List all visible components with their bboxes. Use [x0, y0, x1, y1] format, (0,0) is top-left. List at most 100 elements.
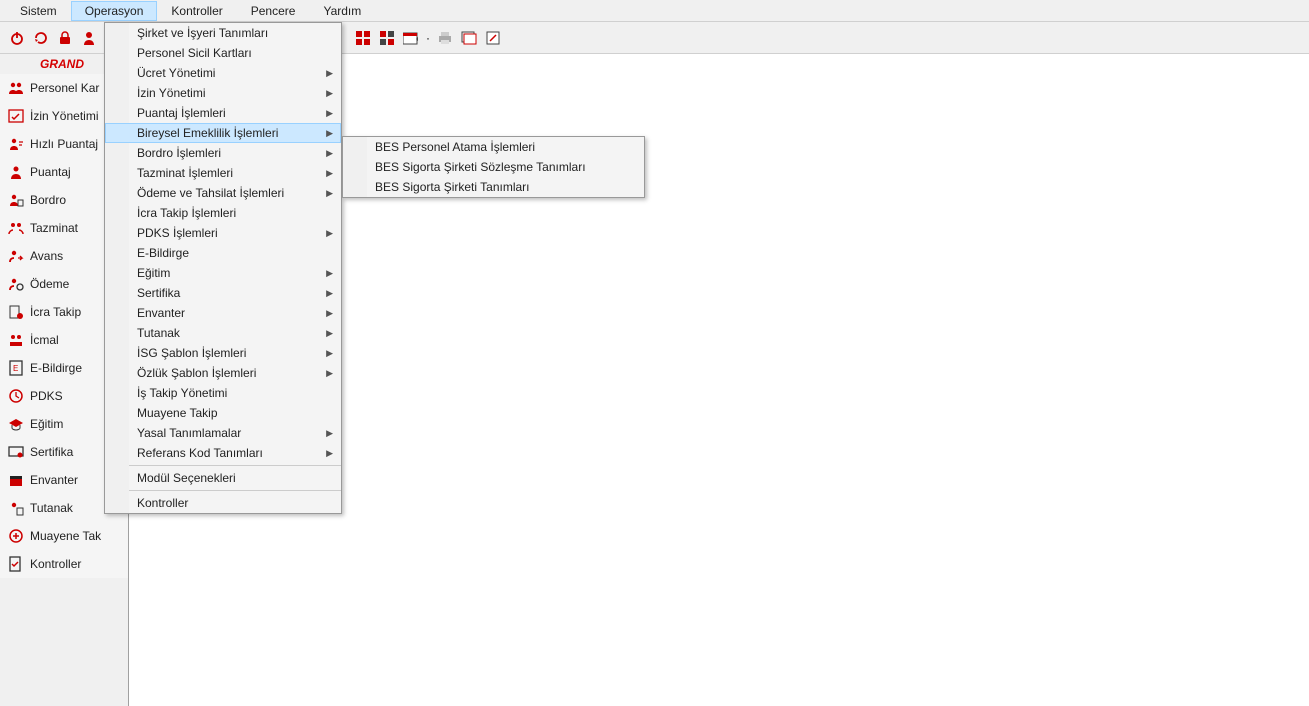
grid4-icon[interactable] — [378, 29, 396, 47]
dd-label: BES Personel Atama İşlemleri — [375, 140, 535, 154]
calendar-icon[interactable] — [402, 29, 420, 47]
dd-item-referans[interactable]: Referans Kod Tanımları ▶ — [129, 443, 341, 463]
submenu-arrow-icon: ▶ — [326, 128, 333, 139]
person-gear-icon — [8, 276, 24, 292]
dd-item-bireysel-emeklilik[interactable]: Bireysel Emeklilik İşlemleri▶ — [105, 123, 341, 143]
lock-icon[interactable] — [56, 29, 74, 47]
separator — [129, 465, 341, 466]
dd-item-ucret[interactable]: Ücret Yönetimi ▶ — [129, 63, 341, 83]
dd-label: BES Sigorta Şirketi Tanımları — [375, 180, 530, 194]
sidebar-item-label: Kontroller — [30, 557, 81, 571]
dd-item-bordro[interactable]: Bordro İşlemleri ▶ — [129, 143, 341, 163]
submenu-arrow-icon: ▶ — [326, 148, 333, 159]
sidebar-item-label: İcra Takip — [30, 305, 81, 319]
submenu-arrow-icon: ▶ — [326, 328, 333, 339]
sidebar-item-label: E-Bildirge — [30, 361, 82, 375]
dd-item-pdks[interactable]: PDKS İşlemleri▶ — [129, 223, 341, 243]
dd-item-modul[interactable]: Modül Seçenekleri — [129, 468, 341, 488]
sidebar-item-label: Avans — [30, 249, 63, 263]
dd-label: İcra Takip İşlemleri — [137, 206, 236, 220]
svg-text:E: E — [13, 364, 18, 373]
doc-flag-icon — [8, 304, 24, 320]
sidebar-item-label: İcmal — [30, 333, 59, 347]
submenu-arrow-icon: ▶ — [326, 368, 333, 379]
submenu-arrow-icon: ▶ — [326, 188, 333, 199]
sidebar-item-label: PDKS — [30, 389, 63, 403]
sub-item-bes-personel-atama[interactable]: BES Personel Atama İşlemleri — [367, 137, 644, 157]
dd-label: İSG Şablon İşlemleri — [137, 346, 246, 360]
menu-pencere[interactable]: Pencere — [237, 1, 310, 21]
submenu-arrow-icon: ▶ — [326, 108, 333, 119]
dd-label: Referans Kod Tanımları — [137, 446, 263, 460]
dd-item-sertifika[interactable]: Sertifika▶ — [129, 283, 341, 303]
dd-label: Ücret Yönetimi — [137, 66, 215, 80]
user-icon[interactable] — [80, 29, 98, 47]
dd-item-isg[interactable]: İSG Şablon İşlemleri ▶ — [129, 343, 341, 363]
person-icon — [8, 164, 24, 180]
dd-label: Envanter — [137, 306, 185, 320]
sidebar-item-kontroller[interactable]: Kontroller — [0, 550, 128, 578]
clock-icon — [8, 388, 24, 404]
submenu-arrow-icon: ▶ — [326, 348, 333, 359]
refresh-icon[interactable] — [32, 29, 50, 47]
document-e-icon: E — [8, 360, 24, 376]
person-note-icon — [8, 500, 24, 516]
dd-label: Modül Seçenekleri — [137, 471, 236, 485]
people-list-icon — [8, 332, 24, 348]
box-icon — [8, 472, 24, 488]
dd-label: Yasal Tanımlamalar — [137, 426, 241, 440]
power-icon[interactable] — [8, 29, 26, 47]
sub-item-bes-sirket[interactable]: BES Sigorta Şirketi Tanımları — [367, 177, 644, 197]
dd-label: BES Sigorta Şirketi Sözleşme Tanımları — [375, 160, 586, 174]
menu-kontroller[interactable]: Kontroller — [157, 1, 236, 21]
dd-item-izin[interactable]: İzin Yönetimi▶ — [129, 83, 341, 103]
bireysel-emeklilik-submenu: BES Personel Atama İşlemleri BES Sigorta… — [342, 136, 645, 198]
sidebar-item-label: Tazminat — [30, 221, 78, 235]
dd-item-tazminat[interactable]: Tazminat İşlemleri▶ — [129, 163, 341, 183]
dd-item-muayene[interactable]: Muayene Takip — [129, 403, 341, 423]
grid-squares-icon[interactable] — [354, 29, 372, 47]
dd-item-odeme-tahsilat[interactable]: Ödeme ve Tahsilat İşlemleri▶ — [129, 183, 341, 203]
sidebar-item-label: Muayene Tak — [30, 529, 101, 543]
dd-item-tutanak[interactable]: Tutanak▶ — [129, 323, 341, 343]
submenu-arrow-icon: ▶ — [326, 308, 333, 319]
submenu-arrow-icon: ▶ — [326, 68, 333, 79]
person-doc-icon — [8, 192, 24, 208]
window-icon[interactable] — [460, 29, 478, 47]
menu-operasyon[interactable]: Operasyon — [71, 1, 158, 21]
sidebar-item-label: Eğitim — [30, 417, 63, 431]
dd-label: Kontroller — [137, 496, 188, 510]
menu-sistem[interactable]: Sistem — [6, 1, 71, 21]
dd-label: İş Takip Yönetimi — [137, 386, 227, 400]
dd-item-kontroller[interactable]: Kontroller — [129, 493, 341, 513]
sub-item-bes-sozlesme[interactable]: BES Sigorta Şirketi Sözleşme Tanımları — [367, 157, 644, 177]
person-arrow-icon — [8, 248, 24, 264]
dd-item-ebildirge[interactable]: E-Bildirge — [129, 243, 341, 263]
sidebar-item-label: Envanter — [30, 473, 78, 487]
medical-icon — [8, 528, 24, 544]
submenu-arrow-icon: ▶ — [326, 428, 333, 439]
dd-label: Muayene Takip — [137, 406, 218, 420]
sidebar-item-muayene[interactable]: Muayene Tak — [0, 522, 128, 550]
note-icon[interactable] — [484, 29, 502, 47]
dd-item-personel-sicil[interactable]: Personel Sicil Kartları — [129, 43, 341, 63]
dd-label: Bordro İşlemleri — [137, 146, 221, 160]
dd-label: Şirket ve İşyeri Tanımları — [137, 26, 268, 40]
print-icon[interactable] — [436, 29, 454, 47]
dd-item-puantaj[interactable]: Puantaj İşlemleri▶ — [129, 103, 341, 123]
dd-item-yasal[interactable]: Yasal Tanımlamalar ▶ — [129, 423, 341, 443]
submenu-arrow-icon: ▶ — [326, 448, 333, 459]
dd-item-is-takip[interactable]: İş Takip Yönetimi — [129, 383, 341, 403]
dd-item-ozluk[interactable]: Özlük Şablon İşlemleri ▶ — [129, 363, 341, 383]
menu-yardim[interactable]: Yardım — [309, 1, 375, 21]
dd-item-sirket[interactable]: Şirket ve İşyeri Tanımları — [129, 23, 341, 43]
sidebar-item-label: Personel Kar — [30, 81, 99, 95]
sidebar-item-label: Ödeme — [30, 277, 69, 291]
dd-label: Özlük Şablon İşlemleri — [137, 366, 256, 380]
dd-item-envanter[interactable]: Envanter ▶ — [129, 303, 341, 323]
dd-item-icra[interactable]: İcra Takip İşlemleri — [129, 203, 341, 223]
certificate-icon — [8, 444, 24, 460]
menubar: Sistem Operasyon Kontroller Pencere Yard… — [0, 0, 1309, 22]
dd-item-egitim[interactable]: Eğitim▶ — [129, 263, 341, 283]
sidebar-item-label: Hızlı Puantaj — [30, 137, 98, 151]
